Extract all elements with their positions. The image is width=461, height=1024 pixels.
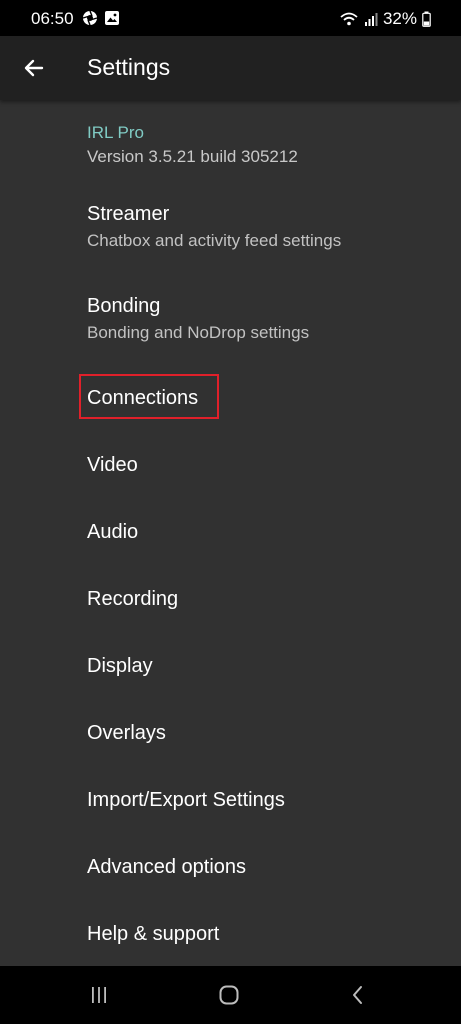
pref-title: Recording (87, 588, 179, 610)
pref-title: Streamer (87, 203, 170, 225)
pref-recording[interactable]: Recording (0, 565, 461, 632)
pref-video[interactable]: Video (0, 431, 461, 498)
app-version: Version 3.5.21 build 305212 (87, 147, 298, 166)
pref-title: Bonding (87, 295, 161, 317)
wifi-icon (340, 12, 358, 26)
aperture-icon (82, 10, 98, 26)
home-icon (219, 985, 239, 1005)
status-bar: 06:50 32% (0, 0, 461, 36)
pref-audio[interactable]: Audio (0, 498, 461, 565)
signal-icon (364, 13, 378, 26)
pref-streamer[interactable]: Streamer Chatbox and activity feed setti… (0, 186, 461, 270)
pref-connections[interactable]: Connections (0, 364, 461, 431)
pref-import-export[interactable]: Import/Export Settings (0, 766, 461, 833)
pref-title: Overlays (87, 722, 166, 744)
back-button[interactable] (14, 48, 54, 88)
pref-help-support[interactable]: Help & support (0, 900, 461, 966)
pref-summary: Chatbox and activity feed settings (87, 231, 342, 250)
recent-apps-icon (92, 987, 106, 1003)
pref-bonding[interactable]: Bonding Bonding and NoDrop settings (0, 278, 461, 362)
arrow-left-icon (24, 59, 44, 77)
recent-apps-button[interactable] (69, 966, 129, 1024)
pref-title: Display (87, 655, 153, 677)
gallery-icon (105, 11, 119, 25)
pref-advanced-options[interactable]: Advanced options (0, 833, 461, 900)
settings-screen: 06:50 32% Settings IRL Pro Version 3.5.2… (0, 0, 461, 1024)
page-title: Settings (87, 54, 171, 80)
nav-back-button[interactable] (328, 966, 388, 1024)
app-name: IRL Pro (87, 123, 145, 142)
settings-list: IRL Pro Version 3.5.21 build 305212 Stre… (0, 100, 461, 966)
app-bar: Settings (0, 36, 461, 100)
pref-title: Advanced options (87, 856, 247, 878)
battery-icon (422, 11, 431, 27)
battery-percent: 32% (382, 9, 417, 28)
status-notification-icons (82, 10, 120, 26)
back-icon (353, 986, 362, 1004)
system-nav-bar (0, 966, 461, 1024)
pref-overlays[interactable]: Overlays (0, 699, 461, 766)
home-button[interactable] (199, 966, 259, 1024)
pref-title: Help & support (87, 923, 220, 945)
pref-title: Connections (87, 387, 199, 409)
status-time: 06:50 (31, 9, 74, 28)
about-section: IRL Pro Version 3.5.21 build 305212 (87, 122, 298, 168)
pref-title: Video (87, 454, 138, 476)
pref-display[interactable]: Display (0, 632, 461, 699)
pref-summary: Bonding and NoDrop settings (87, 323, 310, 342)
pref-title: Audio (87, 521, 139, 543)
status-system-icons: 32% (339, 9, 431, 29)
pref-title: Import/Export Settings (87, 789, 285, 811)
